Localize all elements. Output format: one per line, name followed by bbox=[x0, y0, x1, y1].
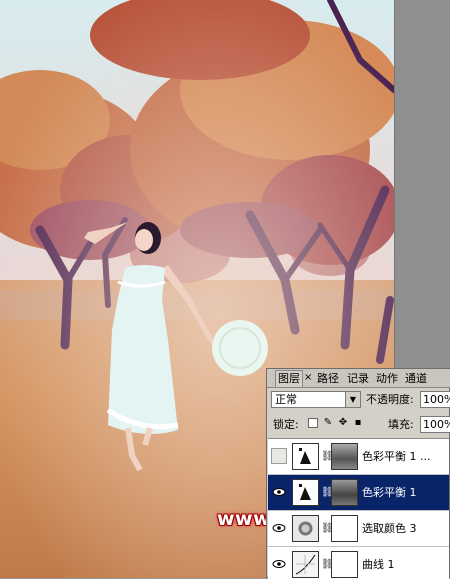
adjustment-thumbnail bbox=[292, 479, 319, 506]
eye-icon[interactable] bbox=[271, 556, 287, 572]
workspace-background bbox=[394, 0, 450, 370]
tab-history[interactable]: 记录 bbox=[345, 371, 371, 387]
link-icon: ⛓ bbox=[321, 523, 334, 534]
blend-mode-value: 正常 bbox=[275, 393, 297, 406]
layers-panel: 图层 × 路径 记录 动作 通道 正常 ▼ 不透明度: 100% 锁定: ✎ ✥… bbox=[266, 368, 450, 579]
blend-opacity-row: 正常 ▼ 不透明度: 100% bbox=[267, 390, 450, 412]
layer-row[interactable]: ⛓ 曲线 1 bbox=[268, 547, 449, 579]
mask-thumbnail bbox=[331, 479, 358, 506]
link-icon: ⛓ bbox=[321, 487, 334, 498]
opacity-label: 不透明度: bbox=[366, 393, 414, 406]
fill-field[interactable]: 100% bbox=[420, 416, 450, 433]
layer-name: 曲线 1 bbox=[362, 558, 395, 571]
mask-thumbnail bbox=[331, 515, 358, 542]
lock-fill-row: 锁定: ✎ ✥ ▪ 填充: 100% bbox=[267, 414, 450, 436]
mask-thumbnail bbox=[331, 551, 358, 578]
panel-tab-bar: 图层 × 路径 记录 动作 通道 bbox=[267, 369, 450, 388]
layer-list: ⛓ 色彩平衡 1 ... ⛓ 色彩平衡 1 ⛓ 选取颜色 3 ⛓ 曲线 1 bbox=[268, 438, 449, 579]
blend-mode-select[interactable]: 正常 ▼ bbox=[271, 391, 361, 408]
curves-thumbnail bbox=[292, 551, 319, 578]
tab-paths[interactable]: 路径 bbox=[315, 371, 341, 387]
layer-row[interactable]: ⛓ 色彩平衡 1 ... bbox=[268, 439, 449, 475]
chevron-down-icon[interactable]: ▼ bbox=[345, 392, 360, 407]
link-icon: ⛓ bbox=[321, 559, 334, 570]
lock-transparency-icon[interactable] bbox=[308, 418, 318, 428]
fill-label: 填充: bbox=[388, 418, 414, 431]
layer-name: 色彩平衡 1 ... bbox=[362, 450, 431, 463]
layer-name: 选取颜色 3 bbox=[362, 522, 417, 535]
lock-move-icon[interactable]: ✥ bbox=[338, 418, 348, 428]
lock-brush-icon[interactable]: ✎ bbox=[323, 418, 333, 428]
tab-actions[interactable]: 动作 bbox=[374, 371, 400, 387]
lock-all-icon[interactable]: ▪ bbox=[353, 418, 363, 428]
layer-row[interactable]: ⛓ 选取颜色 3 bbox=[268, 511, 449, 547]
close-icon[interactable]: × bbox=[304, 372, 312, 384]
eye-icon[interactable] bbox=[271, 484, 287, 500]
opacity-field[interactable]: 100% bbox=[420, 391, 450, 408]
lock-label: 锁定: bbox=[273, 418, 299, 431]
visibility-toggle[interactable] bbox=[271, 448, 287, 464]
eye-icon[interactable] bbox=[271, 520, 287, 536]
selective-color-thumbnail bbox=[292, 515, 319, 542]
layer-row-selected[interactable]: ⛓ 色彩平衡 1 bbox=[268, 475, 449, 511]
mask-thumbnail bbox=[331, 443, 358, 470]
tab-channels[interactable]: 通道 bbox=[403, 371, 429, 387]
link-icon: ⛓ bbox=[321, 451, 334, 462]
adjustment-thumbnail bbox=[292, 443, 319, 470]
layer-name: 色彩平衡 1 bbox=[362, 486, 417, 499]
tab-layers[interactable]: 图层 bbox=[275, 370, 303, 387]
